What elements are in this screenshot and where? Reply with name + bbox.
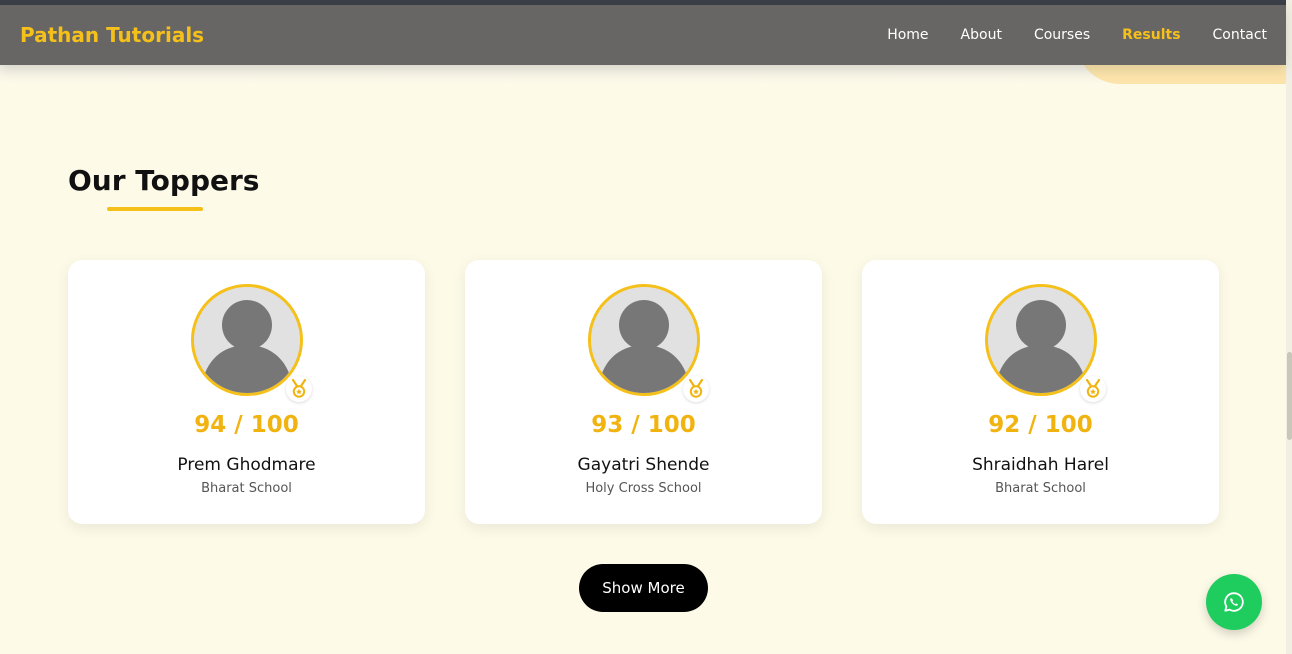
medal-icon: [285, 376, 312, 402]
scrollbar-track[interactable]: [1286, 0, 1292, 654]
topper-school: Bharat School: [201, 481, 292, 496]
topper-name: Prem Ghodmare: [177, 455, 316, 475]
avatar-container: [190, 284, 312, 402]
whatsapp-icon: [1224, 592, 1244, 612]
show-more-button[interactable]: Show More: [579, 564, 708, 612]
topper-name: Shraidhah Harel: [972, 455, 1109, 475]
medal-icon: [1079, 376, 1106, 402]
topper-school: Holy Cross School: [585, 481, 702, 496]
topper-card: 94 / 100 Prem Ghodmare Bharat School: [68, 260, 425, 524]
topper-card: 93 / 100 Gayatri Shende Holy Cross Schoo…: [465, 260, 822, 524]
medal-icon: [682, 376, 709, 402]
user-avatar-icon: [984, 284, 1097, 396]
nav-home[interactable]: Home: [887, 27, 928, 43]
topper-name: Gayatri Shende: [577, 455, 710, 475]
user-avatar-icon: [587, 284, 700, 396]
avatar-container: [984, 284, 1106, 402]
topper-score: 94 / 100: [194, 412, 299, 438]
section-title: Our Toppers: [68, 164, 260, 197]
title-underline: [107, 207, 203, 211]
topper-score: 93 / 100: [591, 412, 696, 438]
whatsapp-button[interactable]: [1206, 574, 1262, 630]
scrollbar-thumb[interactable]: [1287, 352, 1292, 440]
brand-logo[interactable]: Pathan Tutorials: [20, 23, 204, 47]
nav-courses[interactable]: Courses: [1034, 27, 1090, 43]
nav-about[interactable]: About: [961, 27, 1002, 43]
topper-school: Bharat School: [995, 481, 1086, 496]
main-nav: Home About Courses Results Contact: [855, 27, 1267, 43]
topper-card: 92 / 100 Shraidhah Harel Bharat School: [862, 260, 1219, 524]
nav-contact[interactable]: Contact: [1213, 27, 1267, 43]
page: Pathan Tutorials Home About Courses Resu…: [0, 0, 1292, 654]
nav-results[interactable]: Results: [1122, 27, 1180, 43]
site-header: Pathan Tutorials Home About Courses Resu…: [0, 5, 1286, 65]
topper-score: 92 / 100: [988, 412, 1093, 438]
avatar-container: [587, 284, 709, 402]
user-avatar-icon: [190, 284, 303, 396]
